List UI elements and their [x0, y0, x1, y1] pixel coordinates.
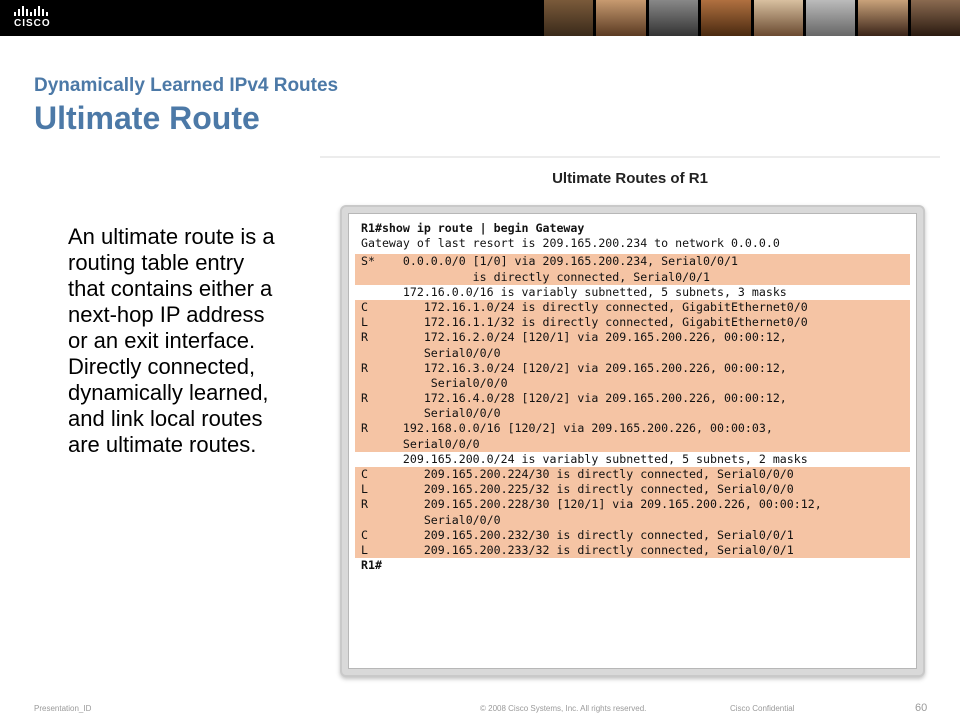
header-photo	[596, 0, 646, 36]
figure-title: Ultimate Routes of R1	[552, 170, 708, 187]
cisco-logo-text: CISCO	[14, 18, 51, 29]
terminal-line-highlighted: L 209.165.200.225/32 is directly connect…	[355, 482, 910, 498]
terminal-line-highlighted: R 172.16.2.0/24 [120/1] via 209.165.200.…	[355, 330, 910, 346]
terminal-line-highlighted: S* 0.0.0.0/0 [1/0] via 209.165.200.234, …	[355, 254, 910, 270]
terminal-line: Gateway of last resort is 209.165.200.23…	[361, 236, 780, 251]
cisco-logo: CISCO	[14, 6, 58, 32]
slide-title: Ultimate Route	[34, 100, 260, 136]
header-photo	[701, 0, 751, 36]
terminal-line-highlighted: Serial0/0/0	[355, 406, 910, 422]
header-photo	[648, 0, 699, 36]
terminal-line: 172.16.0.0/16 is variably subnetted, 5 s…	[361, 284, 787, 299]
terminal-line-highlighted: L 209.165.200.233/32 is directly connect…	[355, 542, 910, 559]
footer-confidential: Cisco Confidential	[730, 704, 795, 713]
terminal-line-highlighted: R 172.16.3.0/24 [120/2] via 209.165.200.…	[355, 360, 910, 376]
header-photo	[858, 0, 908, 36]
footer-presentation-id: Presentation_ID	[34, 704, 92, 713]
divider	[320, 156, 940, 158]
terminal-line-highlighted: Serial0/0/0	[355, 345, 910, 361]
terminal-line-highlighted: Serial0/0/0	[355, 436, 910, 452]
terminal-command: show ip route | begin Gateway	[381, 221, 585, 235]
terminal-prompt-line: R1#	[355, 558, 910, 573]
header-bar: CISCO	[0, 0, 960, 36]
footer-copyright: © 2008 Cisco Systems, Inc. All rights re…	[480, 704, 647, 713]
cisco-bridge-icon	[14, 6, 58, 16]
terminal-line-highlighted: R 192.168.0.0/16 [120/2] via 209.165.200…	[355, 421, 910, 437]
terminal-command-line: R1#show ip route | begin Gateway	[355, 221, 910, 236]
terminal-line-highlighted: Serial0/0/0	[355, 512, 910, 528]
slide-body-text: An ultimate route is a routing table ent…	[68, 224, 275, 457]
header-photo	[805, 0, 856, 36]
terminal-line-highlighted: C 209.165.200.224/30 is directly connect…	[355, 467, 910, 483]
terminal-line-highlighted: L 172.16.1.1/32 is directly connected, G…	[355, 315, 910, 331]
terminal-line-highlighted: R 172.16.4.0/28 [120/2] via 209.165.200.…	[355, 391, 910, 407]
slide-subtitle: Dynamically Learned IPv4 Routes	[34, 75, 339, 96]
terminal-line-highlighted: C 209.165.200.232/30 is directly connect…	[355, 527, 910, 543]
header-photo-strip	[544, 0, 960, 36]
header-photo	[910, 0, 960, 36]
header-photo	[544, 0, 594, 36]
terminal-line-highlighted: C 172.16.1.0/24 is directly connected, G…	[355, 299, 910, 316]
terminal-prompt: R1#	[361, 221, 382, 235]
terminal-output: R1#show ip route | begin Gateway Gateway…	[348, 213, 917, 669]
terminal-frame: R1#show ip route | begin Gateway Gateway…	[340, 205, 925, 677]
terminal-end-prompt: R1#	[361, 558, 382, 573]
terminal-line-highlighted: is directly connected, Serial0/0/1	[355, 269, 910, 285]
terminal-line-highlighted: Serial0/0/0	[355, 375, 910, 392]
terminal-line-highlighted: R 209.165.200.228/30 [120/1] via 209.165…	[355, 497, 910, 513]
header-photo	[753, 0, 803, 36]
page-number: 60	[915, 702, 928, 714]
terminal-line: 209.165.200.0/24 is variably subnetted, …	[361, 451, 808, 466]
